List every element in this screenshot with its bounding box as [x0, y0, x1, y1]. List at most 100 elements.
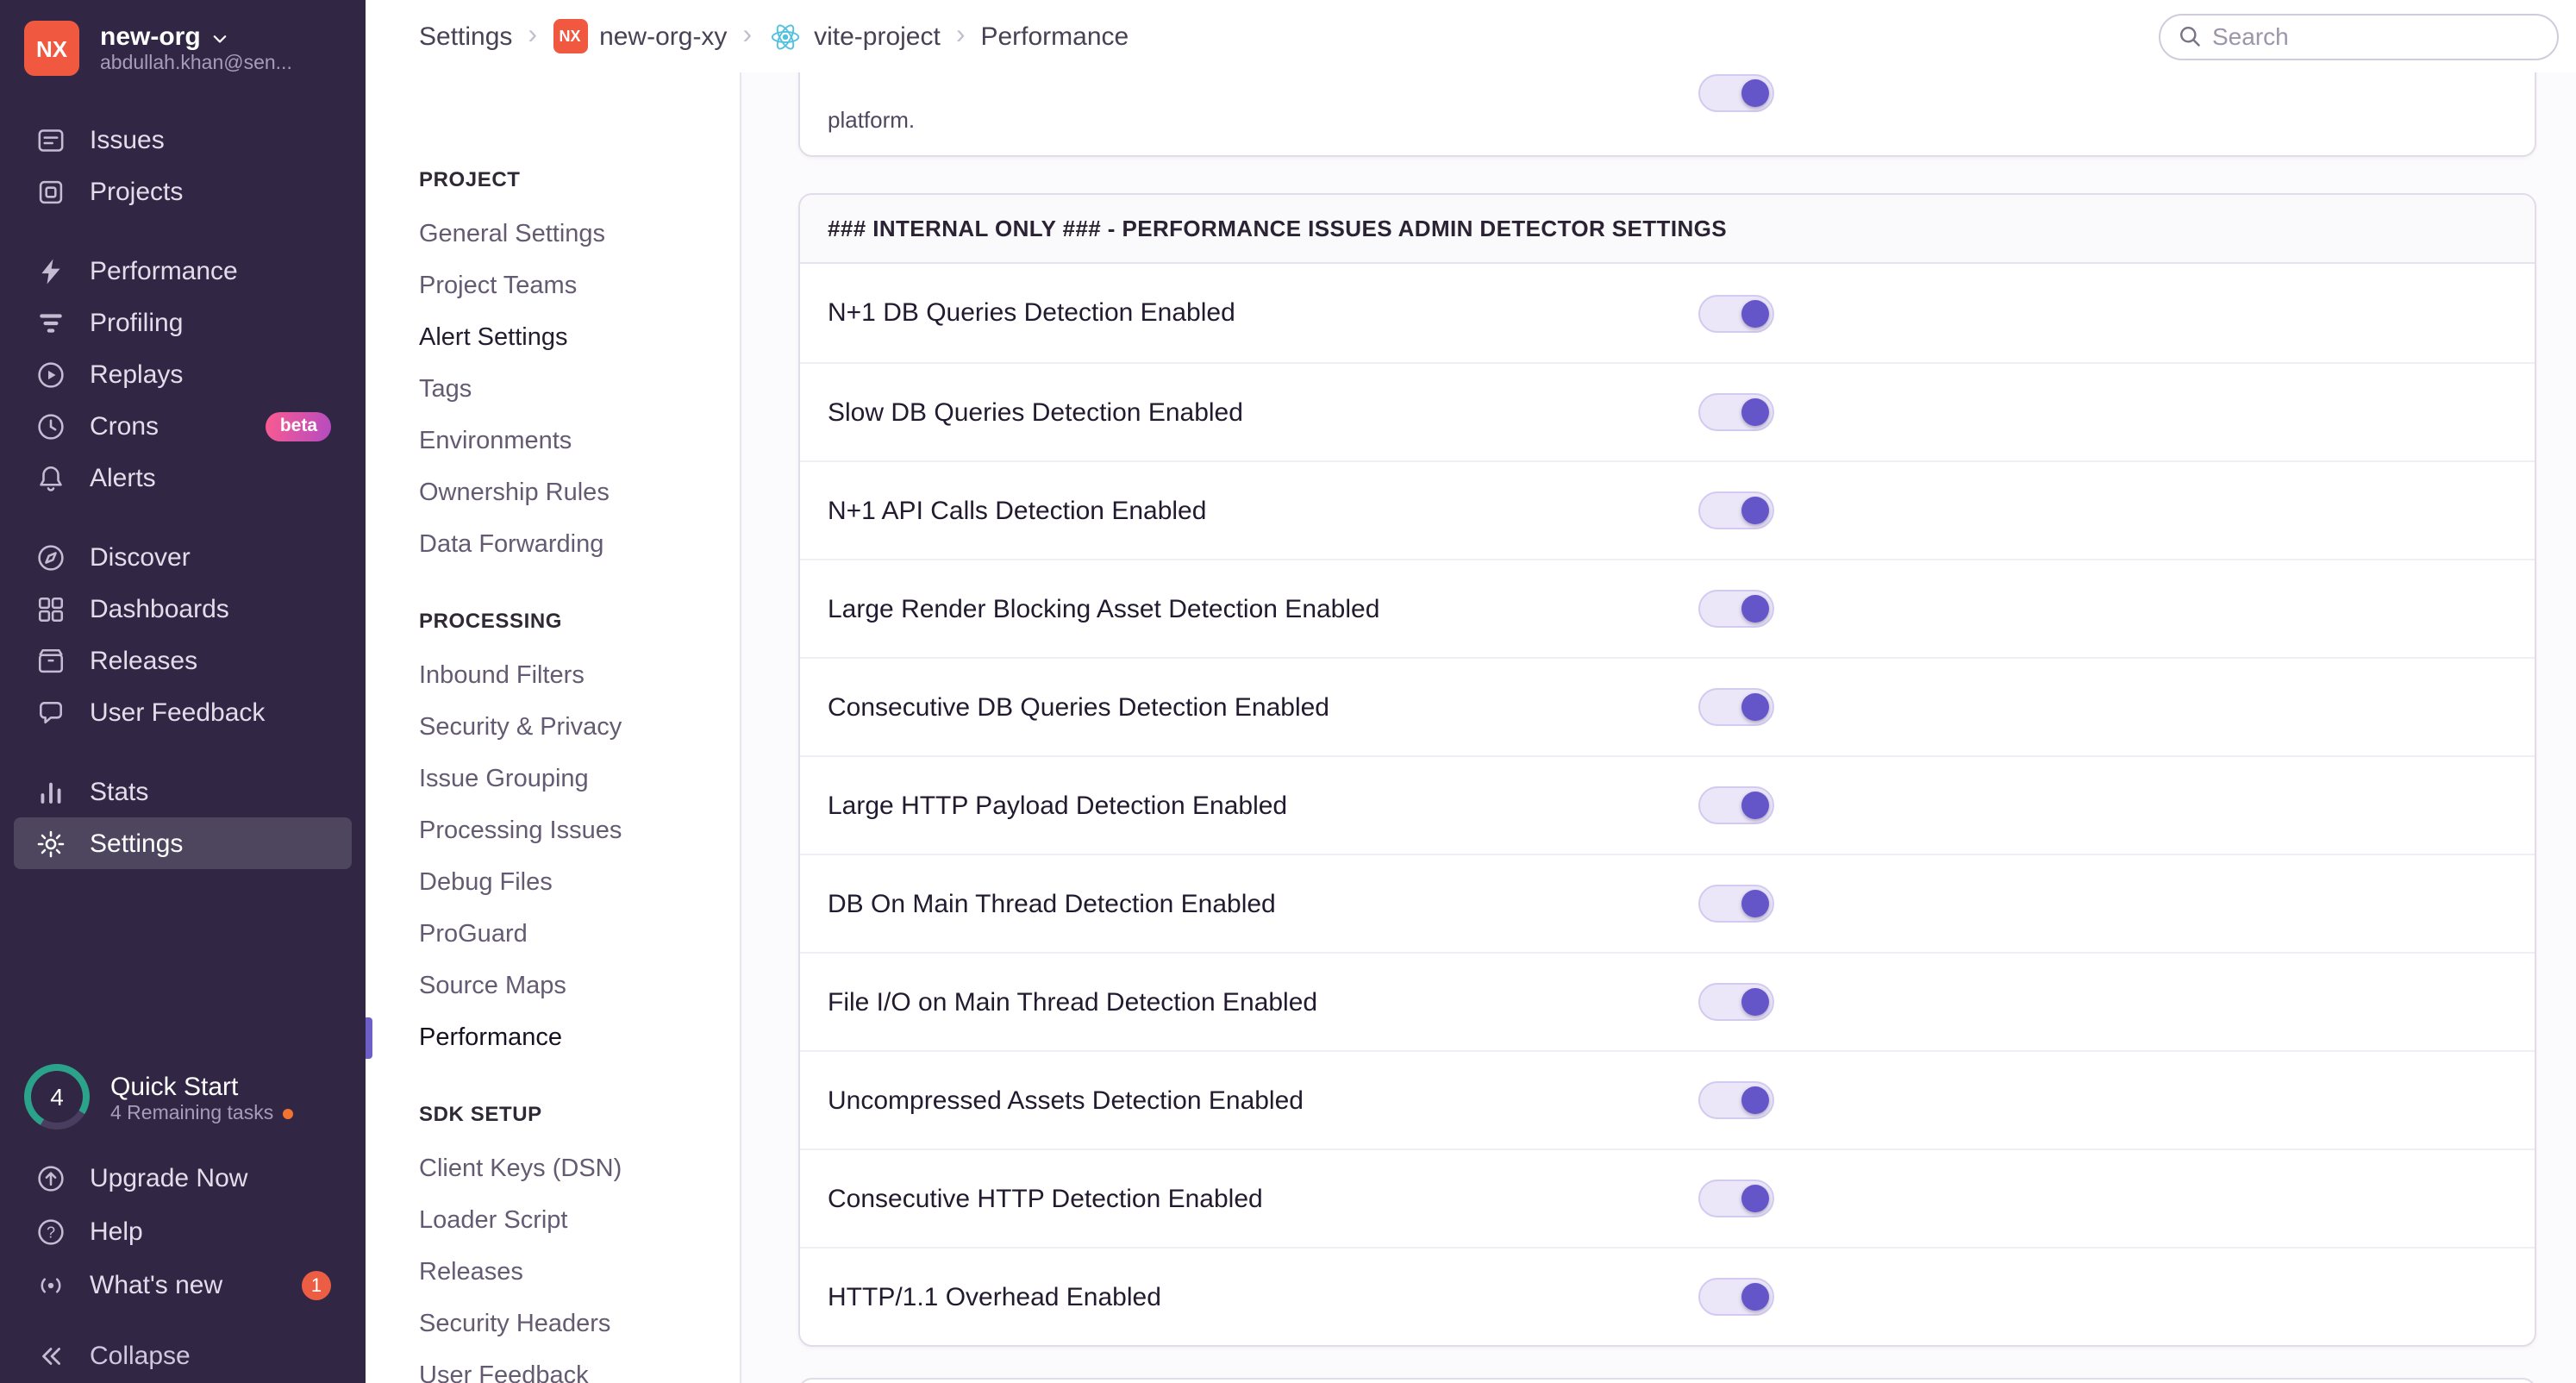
sidebar-item-replays[interactable]: Replays — [14, 348, 352, 400]
discover-icon — [34, 541, 66, 573]
setting-row: Consecutive DB Queries Detection Enabled — [800, 657, 2535, 755]
app-window: NX new-org abdullah.khan@sen... Issues P… — [0, 0, 2576, 1383]
collapse-icon — [34, 1341, 66, 1372]
settings-nav-security-headers[interactable]: Security Headers — [419, 1299, 740, 1350]
breadcrumb-performance[interactable]: Performance — [980, 22, 1129, 51]
sidebar-item-issues[interactable]: Issues — [14, 114, 352, 166]
setting-label: Uncompressed Assets Detection Enabled — [828, 1086, 1304, 1115]
help-label: Help — [90, 1217, 143, 1247]
db-main-thread-toggle[interactable] — [1698, 885, 1774, 923]
sidebar-item-projects[interactable]: Projects — [14, 166, 352, 217]
settings-nav-environments[interactable]: Environments — [419, 416, 740, 467]
settings-nav-releases[interactable]: Releases — [419, 1247, 740, 1299]
breadcrumb-organization[interactable]: NX new-org-xy — [553, 19, 727, 53]
sidebar-item-label: Projects — [90, 177, 184, 206]
setting-label: Large Render Blocking Asset Detection En… — [828, 594, 1380, 623]
settings-nav-tags[interactable]: Tags — [419, 364, 740, 416]
breadcrumb-settings[interactable]: Settings — [419, 22, 512, 51]
settings-nav-inbound-filters[interactable]: Inbound Filters — [419, 650, 740, 702]
settings-nav-security-privacy[interactable]: Security & Privacy — [419, 702, 740, 754]
slow-db-queries-toggle[interactable] — [1698, 393, 1774, 431]
http11-overhead-toggle[interactable] — [1698, 1278, 1774, 1316]
settings-nav-debug-files[interactable]: Debug Files — [419, 857, 740, 909]
settings-nav-ownership-rules[interactable]: Ownership Rules — [419, 467, 740, 519]
partial-setting-toggle[interactable] — [1698, 74, 1774, 112]
sidebar-item-label: Issues — [90, 125, 165, 154]
settings-body: PROJECT General Settings Project Teams A… — [366, 72, 2576, 1383]
settings-nav-data-forwarding[interactable]: Data Forwarding — [419, 519, 740, 571]
user-feedback-icon — [34, 697, 66, 728]
uncompressed-assets-toggle[interactable] — [1698, 1081, 1774, 1119]
settings-nav-alert-settings[interactable]: Alert Settings — [419, 312, 740, 364]
breadcrumb-project[interactable]: vite-project — [767, 19, 941, 53]
profiling-icon — [34, 307, 66, 338]
breadcrumb-label: new-org-xy — [599, 22, 728, 51]
settings-nav-source-maps[interactable]: Source Maps — [419, 961, 740, 1012]
setting-row: N+1 API Calls Detection Enabled — [800, 460, 2535, 559]
settings-nav-user-feedback[interactable]: User Feedback — [419, 1350, 740, 1383]
chevron-down-icon — [214, 34, 227, 42]
setting-label: N+1 API Calls Detection Enabled — [828, 496, 1207, 525]
sidebar-group-admin: Stats Settings — [0, 766, 366, 869]
setting-row: N+1 DB Queries Detection Enabled — [800, 264, 2535, 362]
sidebar-item-alerts[interactable]: Alerts — [14, 452, 352, 504]
breadcrumb-label: Performance — [980, 22, 1129, 51]
settings-nav-loader-script[interactable]: Loader Script — [419, 1195, 740, 1247]
setting-row: DB On Main Thread Detection Enabled — [800, 854, 2535, 952]
setting-row: Large Render Blocking Asset Detection En… — [800, 559, 2535, 657]
upgrade-now-label: Upgrade Now — [90, 1164, 248, 1193]
n1-db-queries-toggle[interactable] — [1698, 294, 1774, 332]
settings-nav-processing-issues[interactable]: Processing Issues — [419, 805, 740, 857]
broadcast-icon — [34, 1270, 66, 1301]
settings-nav-proguard[interactable]: ProGuard — [419, 909, 740, 961]
setting-label: Large HTTP Payload Detection Enabled — [828, 791, 1288, 820]
whats-new-button[interactable]: What's new 1 — [14, 1259, 352, 1312]
sidebar-item-dashboards[interactable]: Dashboards — [14, 583, 352, 635]
setting-row: Uncompressed Assets Detection Enabled — [800, 1050, 2535, 1148]
settings-nav-project-teams[interactable]: Project Teams — [419, 260, 740, 312]
search-box[interactable] — [2159, 13, 2559, 59]
chevron-right-icon: › — [528, 21, 538, 50]
sidebar-item-stats[interactable]: Stats — [14, 766, 352, 817]
collapse-sidebar-button[interactable]: Collapse — [14, 1330, 352, 1383]
quick-start[interactable]: 4 Quick Start 4 Remaining tasks — [14, 1055, 352, 1138]
setting-row: Consecutive HTTP Detection Enabled — [800, 1148, 2535, 1247]
render-blocking-asset-toggle[interactable] — [1698, 590, 1774, 628]
primary-sidebar: NX new-org abdullah.khan@sen... Issues P… — [0, 0, 366, 1383]
settings-nav-client-keys[interactable]: Client Keys (DSN) — [419, 1143, 740, 1195]
file-io-main-thread-toggle[interactable] — [1698, 983, 1774, 1021]
org-avatar: NX — [24, 21, 79, 76]
sidebar-group-monitoring: Performance Profiling Replays Crons beta… — [0, 245, 366, 504]
sidebar-item-crons[interactable]: Crons beta — [14, 400, 352, 452]
settings-nav-general-settings[interactable]: General Settings — [419, 209, 740, 260]
help-icon: ? — [34, 1217, 66, 1248]
sidebar-item-settings[interactable]: Settings — [14, 817, 352, 869]
sidebar-group-main: Issues Projects — [0, 114, 366, 217]
sidebar-item-profiling[interactable]: Profiling — [14, 297, 352, 348]
settings-nav-issue-grouping[interactable]: Issue Grouping — [419, 754, 740, 805]
org-switcher[interactable]: NX new-org abdullah.khan@sen... — [0, 0, 366, 97]
setting-row: Large HTTP Payload Detection Enabled — [800, 755, 2535, 854]
settings-nav-performance[interactable]: Performance — [366, 1012, 740, 1064]
large-http-payload-toggle[interactable] — [1698, 786, 1774, 824]
react-platform-icon — [767, 19, 802, 53]
n1-api-calls-toggle[interactable] — [1698, 491, 1774, 529]
whats-new-count-badge: 1 — [302, 1271, 331, 1300]
consecutive-http-toggle[interactable] — [1698, 1180, 1774, 1217]
search-input[interactable] — [2212, 22, 2540, 50]
upgrade-now-button[interactable]: Upgrade Now — [14, 1152, 352, 1205]
org-meta: new-org abdullah.khan@sen... — [100, 22, 292, 74]
sidebar-item-discover[interactable]: Discover — [14, 531, 352, 583]
consecutive-db-queries-toggle[interactable] — [1698, 688, 1774, 726]
breadcrumb-label: Settings — [419, 22, 513, 51]
sidebar-item-user-feedback[interactable]: User Feedback — [14, 686, 352, 738]
chevron-right-icon: › — [955, 21, 966, 50]
sidebar-item-label: Dashboards — [90, 594, 229, 623]
sidebar-item-performance[interactable]: Performance — [14, 245, 352, 297]
help-button[interactable]: ? Help — [14, 1205, 352, 1259]
sidebar-item-label: Profiling — [90, 308, 184, 337]
projects-icon — [34, 176, 66, 207]
setting-label: File I/O on Main Thread Detection Enable… — [828, 987, 1318, 1017]
sidebar-item-releases[interactable]: Releases — [14, 635, 352, 686]
setting-label: DB On Main Thread Detection Enabled — [828, 889, 1276, 918]
